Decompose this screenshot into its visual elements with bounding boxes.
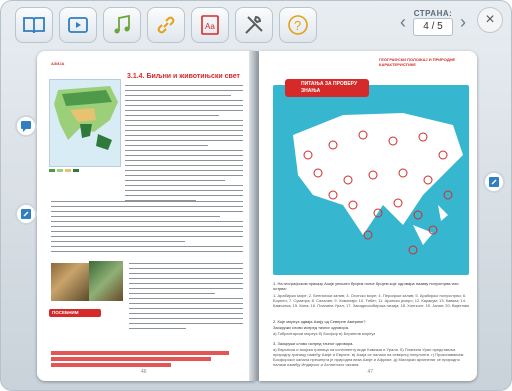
glossary-label: Aa: [205, 22, 215, 31]
video-button[interactable]: [59, 7, 97, 43]
edit-button-right[interactable]: [483, 171, 505, 193]
chat-note-icon: [21, 121, 31, 132]
keyword-bar-1: [51, 351, 229, 355]
prev-page-arrow-icon[interactable]: ‹: [397, 12, 409, 33]
left-page: АЗИЈА 3.1.4. Биљни и животињски свет ПОС…: [37, 51, 255, 381]
question-1-items: 1. Арабијско море; 2. Бенгалски залив; 3…: [273, 293, 469, 308]
question-3: 3. Заокружи слово испред тачног одговора…: [273, 341, 354, 346]
book-button[interactable]: [15, 7, 53, 43]
tools-icon: [245, 15, 263, 34]
question-2: 2. Које морeуз одваја Азију од Северне А…: [273, 319, 366, 324]
edit-note-icon-right: [489, 177, 499, 187]
page-indicator: СТРАНА: 4 / 5: [413, 9, 453, 36]
book-spread: АЗИЈА 3.1.4. Биљни и животињски свет ПОС…: [37, 51, 477, 381]
page-label: СТРАНА:: [413, 9, 453, 18]
tools-button[interactable]: [235, 7, 273, 43]
music-note-icon: [114, 14, 130, 34]
keyword-bar-2: [51, 357, 211, 361]
map-legend: [49, 169, 121, 174]
left-text-block-2: [51, 201, 243, 256]
section-title: 3.1.4. Биљни и животињски свет: [127, 73, 240, 80]
right-page: ГЕОГРАФСКИ ПОЛОЖАЈ И ПРИРОДНЕ КАРАКТЕРИС…: [259, 51, 477, 381]
help-button[interactable]: ?: [279, 7, 317, 43]
left-text-block-1: [125, 85, 243, 205]
left-page-header: АЗИЈА: [51, 61, 65, 66]
remember-label: ПОСЕБНИМ: [49, 309, 101, 317]
video-play-icon: [68, 17, 88, 33]
left-page-number: 46: [141, 369, 147, 375]
viewer-frame: Aa ? ‹ СТРАНА: 4 / 5 › × АЗИЈА 3.1.4. Би…: [0, 0, 512, 391]
glossary-button[interactable]: Aa: [191, 7, 229, 43]
vegetation-map: [49, 79, 121, 167]
question-2-sub: Заокружи слово испред тачног одговора.: [273, 325, 350, 330]
page-value[interactable]: 4 / 5: [413, 18, 453, 36]
keyword-bar-3: [51, 363, 171, 367]
help-label: ?: [294, 18, 301, 33]
question-3-items: а) Европска и азијска граница на контине…: [273, 347, 464, 367]
left-text-block-3: [129, 263, 243, 333]
asia-map-graphic: [293, 113, 463, 255]
question-2-options: а) Гибралтарски морeуз б) Босфор в) Бери…: [273, 331, 376, 336]
help-question-icon: ?: [288, 15, 308, 35]
vegetation-map-graphic: [54, 86, 118, 150]
right-page-header: ГЕОГРАФСКИ ПОЛОЖАЈ И ПРИРОДНЕ КАРАКТЕРИС…: [379, 57, 456, 67]
page-navigator: ‹ СТРАНА: 4 / 5 ›: [397, 9, 469, 36]
next-page-arrow-icon[interactable]: ›: [457, 12, 469, 33]
questions-title: ПИТАЊА ЗА ПРОВЕРУ ЗНАЊА: [285, 79, 369, 97]
asia-blank-map: [273, 85, 469, 275]
close-button[interactable]: ×: [477, 7, 503, 33]
audio-button[interactable]: [103, 7, 141, 43]
question-1: 1. На географском приказу Азије уписати …: [273, 281, 459, 291]
toolbar: Aa ?: [15, 7, 317, 47]
glossary-aa-icon: Aa: [201, 15, 219, 35]
edit-note-icon: [21, 209, 31, 219]
book-icon: [23, 17, 45, 34]
animal-photo: [89, 261, 123, 301]
link-button[interactable]: [147, 7, 185, 43]
edit-button-left[interactable]: [15, 203, 37, 225]
right-page-number: 47: [367, 369, 373, 375]
forest-photo: [51, 263, 89, 301]
link-icon: [157, 16, 175, 34]
note-button[interactable]: [15, 115, 37, 137]
